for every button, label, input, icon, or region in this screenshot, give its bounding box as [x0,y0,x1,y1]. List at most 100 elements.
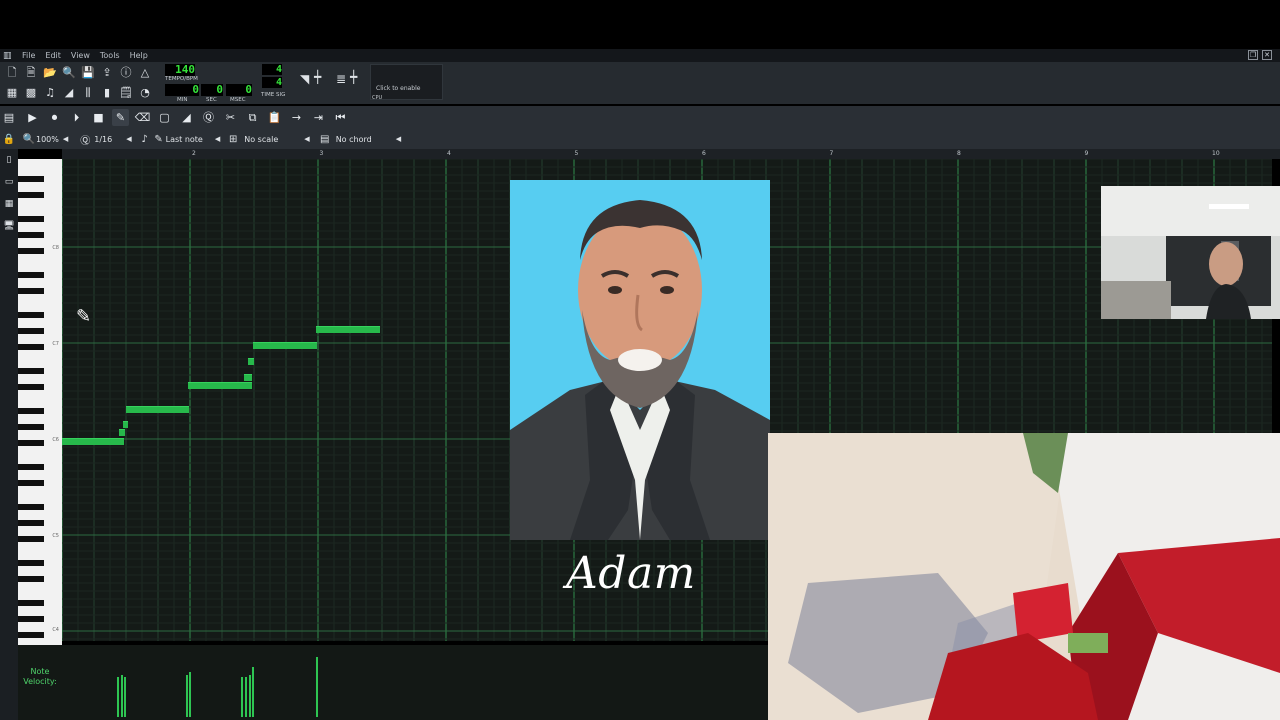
piano-black-key[interactable] [18,248,44,254]
stop-behaviour-icon[interactable]: ⇥ [310,109,327,126]
export-icon[interactable]: ⇪ [99,65,115,81]
save-project-icon[interactable]: 💾 [80,65,96,81]
velocity-bar[interactable] [186,675,188,717]
quantize-arrow-icon[interactable]: ◀ [126,135,131,143]
velocity-bar[interactable] [189,672,191,717]
menu-view[interactable]: View [66,51,95,60]
piano-black-key[interactable] [18,344,44,350]
scale-arrow-icon[interactable]: ◀ [304,135,309,143]
piano-black-key[interactable] [18,288,44,294]
piano-black-key[interactable] [18,536,44,542]
piano-black-key[interactable] [18,384,44,390]
menu-edit[interactable]: Edit [40,51,66,60]
new-project-icon[interactable]: 🗋 [4,65,20,81]
velocity-bar[interactable] [121,675,123,717]
note[interactable] [119,429,125,436]
beat-editor-icon[interactable]: ▩ [23,85,39,101]
open-project-icon[interactable]: 📂 [42,65,58,81]
my-projects-icon[interactable]: ▯ [0,149,18,171]
velocity-bar[interactable] [252,667,254,717]
velocity-bar[interactable] [241,677,243,717]
piano-black-key[interactable] [18,328,44,334]
scale-combo[interactable]: No scale ◀ [244,135,309,144]
piano-black-key[interactable] [18,424,44,430]
velocity-bar[interactable] [316,657,318,717]
select-mode-icon[interactable]: ▢ [156,109,173,126]
my-presets-icon[interactable]: ▦ [0,193,18,215]
note[interactable] [248,358,254,365]
note[interactable] [244,374,252,381]
zoom-arrow-icon[interactable]: ◀ [63,135,68,143]
velocity-bar[interactable] [245,677,247,717]
timesig-denominator[interactable]: 4 [262,77,282,88]
note-velocity-panel[interactable]: Note Velocity: [18,645,768,720]
erase-mode-icon[interactable]: ⌫ [134,109,151,126]
piano-roll-icon[interactable]: ♫ [42,85,58,101]
velocity-bar[interactable] [249,675,251,717]
piano-black-key[interactable] [18,576,44,582]
record-icon[interactable]: ⏺ [46,109,63,126]
tempo-display[interactable]: 140 [165,64,195,76]
velocity-bar[interactable] [124,677,126,717]
pitch-bend-mode-icon[interactable]: ◢ [178,109,195,126]
menu-file[interactable]: File [17,51,40,60]
cut-icon[interactable]: ✂ [222,109,239,126]
piano-black-key[interactable] [18,616,44,622]
automation-editor-icon[interactable]: ◢ [61,85,77,101]
metronome-icon[interactable]: △ [137,65,153,81]
note[interactable] [188,382,252,389]
paste-icon[interactable]: 📋 [266,109,283,126]
record-while-playing-icon[interactable]: ⏵ [68,109,85,126]
controller-rack-icon[interactable]: ▮ [99,85,115,101]
close-icon[interactable]: ✕ [1262,50,1272,60]
note[interactable] [253,342,317,349]
mixer-icon[interactable]: ⫼ [80,85,96,101]
piano-black-key[interactable] [18,480,44,486]
velocity-bar[interactable] [117,677,119,717]
piano-black-key[interactable] [18,560,44,566]
piano-black-key[interactable] [18,272,44,278]
cpu-meter[interactable]: Click to enable CPU [370,64,443,101]
timesig-numerator[interactable]: 4 [262,64,282,75]
piano-black-key[interactable] [18,192,44,198]
piano-black-key[interactable] [18,520,44,526]
piano-black-key[interactable] [18,632,44,638]
back-to-start-icon[interactable]: ⏮ [332,109,349,126]
piano-black-key[interactable] [18,464,44,470]
piano-black-key[interactable] [18,600,44,606]
recent-projects-icon[interactable]: 🔍 [61,65,77,81]
menu-tools[interactable]: Tools [95,51,125,60]
piano-black-key[interactable] [18,176,44,182]
note[interactable] [316,326,380,333]
restore-icon[interactable]: ❐ [1248,50,1258,60]
master-volume-icon[interactable]: ◥ [300,72,309,86]
master-pitch-slider[interactable]: ┿ [350,70,357,84]
master-pitch-icon[interactable]: ≣ [336,72,346,86]
song-editor-icon[interactable]: ▦ [4,85,20,101]
menu-help[interactable]: Help [125,51,153,60]
chord-combo[interactable]: No chord ◀ [336,135,401,144]
note-length-arrow-icon[interactable]: ◀ [215,135,220,143]
new-from-template-icon[interactable]: 🗎 [23,65,39,81]
master-volume-slider[interactable]: ┿ [314,70,321,84]
stop-icon[interactable]: ■ [90,109,107,126]
play-icon[interactable]: ▶ [24,109,41,126]
chord-arrow-icon[interactable]: ◀ [396,135,401,143]
draw-mode-icon[interactable]: ✎ [112,109,129,126]
piano-black-key[interactable] [18,216,44,222]
piano-black-key[interactable] [18,368,44,374]
computer-icon[interactable]: 🖥 [0,215,18,237]
follow-playhead-icon[interactable]: → [288,109,305,126]
zoom-combo[interactable]: 100% ◀ [36,135,68,144]
quantize-combo[interactable]: 1/16 ◀ [94,135,131,144]
note-length-combo[interactable]: ✎ Last note ◀ [152,134,220,145]
piano-black-key[interactable] [18,408,44,414]
piano-black-key[interactable] [18,504,44,510]
info-icon[interactable]: ⓘ [118,65,134,81]
note[interactable] [126,406,189,413]
project-notes-icon[interactable]: 🗒 [118,85,134,101]
piano-black-key[interactable] [18,312,44,318]
microtuner-icon[interactable]: ◔ [137,85,153,101]
note[interactable] [62,438,124,445]
piano-black-key[interactable] [18,440,44,446]
